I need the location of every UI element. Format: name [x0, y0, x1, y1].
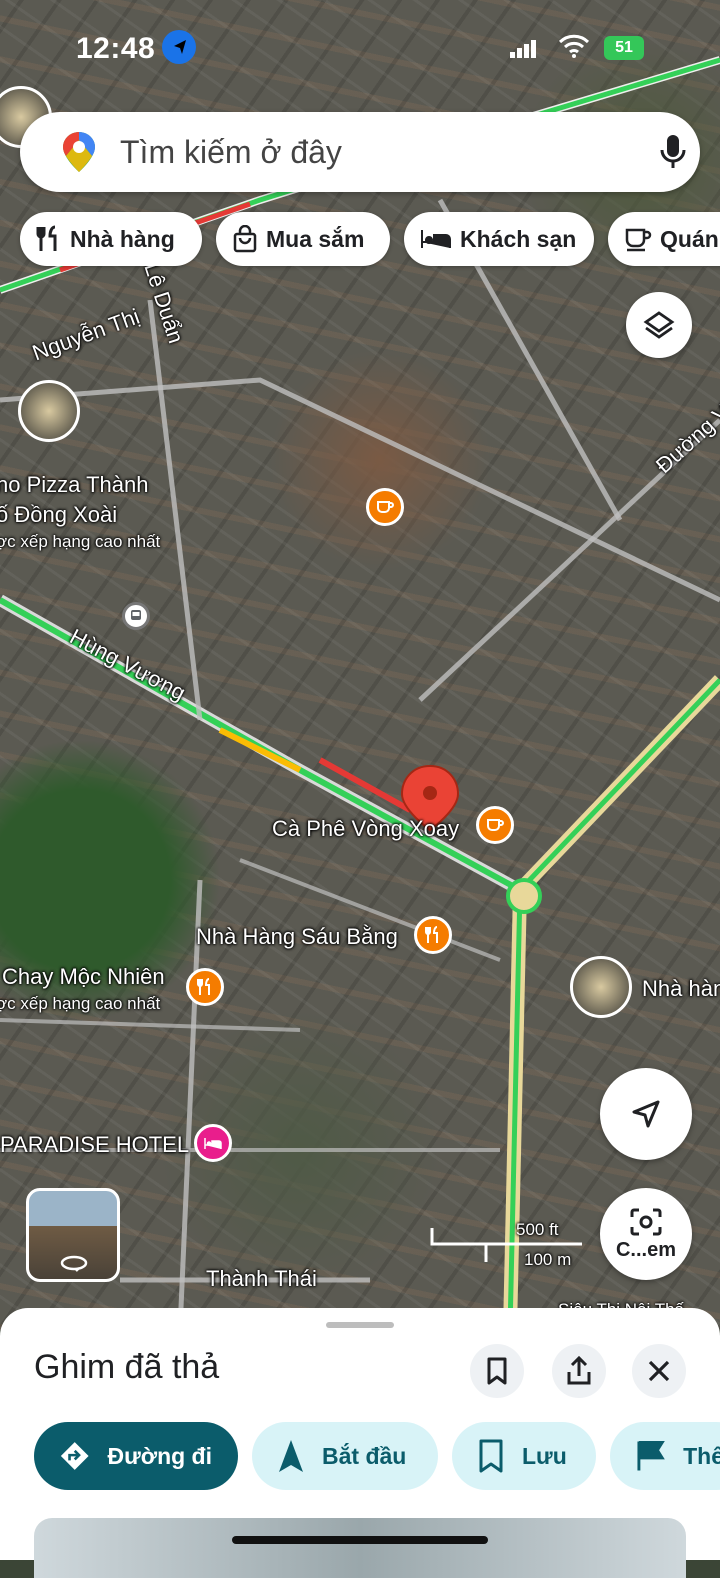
cafe-marker-icon[interactable]: [366, 488, 404, 526]
poi-label[interactable]: Nhà Hàng Sáu Bằng: [196, 924, 398, 950]
share-icon: [567, 1356, 591, 1385]
home-indicator[interactable]: [232, 1536, 488, 1544]
camera-lens-icon: [630, 1208, 662, 1235]
scale-label-m: 100 m: [524, 1250, 572, 1269]
status-time: 12:48: [76, 32, 156, 65]
chip-shopping[interactable]: Mua sắm: [216, 212, 390, 266]
microphone-icon[interactable]: [660, 134, 686, 170]
action-label: Thê: [683, 1442, 720, 1469]
save-bookmark-button[interactable]: [470, 1344, 524, 1398]
search-placeholder[interactable]: Tìm kiếm ở đây: [120, 134, 342, 171]
navigation-arrow-icon: [279, 1440, 303, 1472]
action-label: Lưu: [522, 1442, 567, 1469]
action-label: Bắt đầu: [322, 1442, 407, 1469]
location-arrow-icon: [162, 30, 196, 64]
share-button[interactable]: [552, 1344, 606, 1398]
sheet-title: Ghim đã thả: [34, 1348, 220, 1386]
place-photo-pin-icon[interactable]: [18, 380, 80, 442]
camera-search-button[interactable]: C...em: [600, 1188, 692, 1280]
place-photo-pin-icon[interactable]: [570, 956, 632, 1018]
street-view-thumbnail[interactable]: [26, 1188, 120, 1282]
restaurant-marker-icon[interactable]: [414, 916, 452, 954]
restaurant-marker-icon[interactable]: [186, 968, 224, 1006]
status-bar: 12:48 51: [0, 18, 720, 74]
poi-label[interactable]: Nhà hàn: [642, 976, 720, 1002]
wifi-icon: [558, 34, 590, 58]
action-label: Đường đi: [107, 1442, 212, 1469]
poi-label[interactable]: Cà Phê Vòng Xoay: [272, 816, 459, 842]
bus-stop-icon[interactable]: [122, 602, 150, 630]
save-button[interactable]: Lưu: [452, 1422, 596, 1490]
camera-button-label: C...em: [615, 1238, 677, 1261]
signal-icon: [510, 40, 536, 58]
directions-icon: [60, 1442, 89, 1470]
chip-hotels[interactable]: Khách sạn: [404, 212, 594, 266]
restaurant-icon: [36, 225, 57, 251]
coffee-icon: [625, 228, 652, 252]
hotel-marker-icon[interactable]: [194, 1124, 232, 1162]
place-bottom-sheet[interactable]: Ghim đã thả Đường đi Bắt đầu Lưu Thê: [0, 1308, 720, 1578]
poi-sublabel: ợc xếp hạng cao nhất: [0, 994, 161, 1013]
chip-label: Nhà hàng: [70, 225, 175, 252]
rotate-360-icon: [60, 1255, 88, 1272]
google-maps-logo-icon: [63, 132, 95, 172]
scale-label-ft: 500 ft: [516, 1220, 559, 1239]
chip-label: Quán: [660, 225, 719, 252]
poi-label[interactable]: no Pizza Thành: [0, 472, 148, 498]
directions-button[interactable]: Đường đi: [34, 1422, 238, 1490]
flag-icon: [637, 1440, 665, 1471]
navigation-arrow-outline-icon: [632, 1100, 660, 1128]
search-bar[interactable]: Tìm kiếm ở đây: [20, 112, 700, 192]
street-label: Thành Thái: [206, 1266, 317, 1291]
layers-icon: [643, 311, 675, 339]
close-button[interactable]: [632, 1344, 686, 1398]
poi-label[interactable]: ố Đồng Xoài: [0, 502, 117, 528]
cafe-marker-icon[interactable]: [476, 806, 514, 844]
poi-label[interactable]: PARADISE HOTEL: [0, 1132, 189, 1158]
poi-label[interactable]: Chay Mộc Nhiên: [2, 964, 165, 990]
bookmark-icon: [487, 1357, 507, 1385]
start-navigation-button[interactable]: Bắt đầu: [252, 1422, 438, 1490]
place-photo[interactable]: [34, 1518, 686, 1578]
bookmark-icon: [479, 1439, 503, 1473]
chip-restaurants[interactable]: Nhà hàng: [20, 212, 202, 266]
sheet-drag-handle[interactable]: [326, 1322, 394, 1328]
my-location-button[interactable]: [600, 1068, 692, 1160]
poi-sublabel: ợc xếp hạng cao nhất: [0, 532, 161, 551]
add-label-button[interactable]: Thê: [610, 1422, 720, 1490]
close-icon: [648, 1360, 670, 1382]
hotel-icon: [421, 230, 451, 248]
chip-label: Khách sạn: [460, 225, 577, 252]
chip-label: Mua sắm: [266, 225, 365, 252]
chip-cafes[interactable]: Quán: [608, 212, 720, 266]
shopping-bag-icon: [233, 225, 257, 253]
battery-indicator: 51: [604, 36, 644, 60]
layers-button[interactable]: [626, 292, 692, 358]
